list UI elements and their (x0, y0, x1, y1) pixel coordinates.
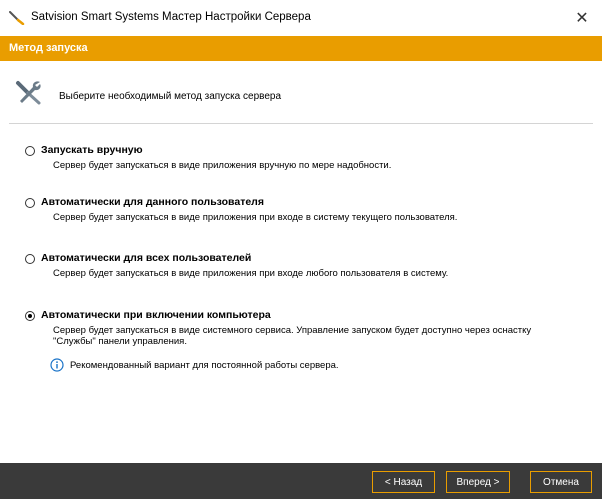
cancel-button-label: Отмена (543, 476, 579, 488)
radio-manual[interactable] (25, 146, 35, 156)
cancel-button[interactable]: Отмена (530, 471, 592, 493)
option-current-user-description: Сервер будет запускаться в виде приложен… (53, 212, 458, 223)
info-text: Рекомендованный вариант для постоянной р… (70, 359, 339, 371)
info-note: Рекомендованный вариант для постоянной р… (50, 358, 339, 372)
step-header: Метод запуска (0, 36, 602, 61)
radio-all-users[interactable] (25, 254, 35, 264)
intro-panel: Выберите необходимый метод запуска серве… (0, 61, 602, 119)
back-button[interactable]: < Назад (372, 471, 435, 493)
next-button[interactable]: Вперед > (446, 471, 510, 493)
footer-bar: < Назад Вперед > Отмена (0, 463, 602, 499)
option-current-user-label[interactable]: Автоматически для данного пользователя (41, 196, 264, 208)
tools-icon (16, 81, 41, 105)
close-icon: ✕ (575, 10, 589, 27)
intro-text: Выберите необходимый метод запуска серве… (59, 91, 282, 102)
next-button-label: Вперед > (456, 476, 500, 488)
info-icon (50, 358, 64, 372)
window-title: Satvision Smart Systems Мастер Настройки… (31, 11, 311, 23)
radio-on-boot[interactable] (25, 311, 35, 321)
step-title: Метод запуска (9, 42, 88, 54)
option-all-users-description: Сервер будет запускаться в виде приложен… (53, 268, 449, 279)
option-on-boot-description-line1: Сервер будет запускаться в виде системно… (53, 325, 532, 336)
back-button-label: < Назад (384, 476, 423, 488)
radio-current-user[interactable] (25, 198, 35, 208)
option-manual-label[interactable]: Запускать вручную (41, 144, 143, 156)
close-button[interactable]: ✕ (562, 0, 602, 36)
option-on-boot-label[interactable]: Автоматически при включении компьютера (41, 309, 271, 321)
option-all-users-label[interactable]: Автоматически для всех пользователей (41, 252, 251, 264)
app-wrench-icon (9, 11, 25, 25)
option-manual-description: Сервер будет запускаться в виде приложен… (53, 160, 392, 171)
window-titlebar: Satvision Smart Systems Мастер Настройки… (0, 0, 602, 36)
divider (9, 123, 593, 124)
option-on-boot-description-line2: "Службы" панели управления. (53, 336, 187, 347)
